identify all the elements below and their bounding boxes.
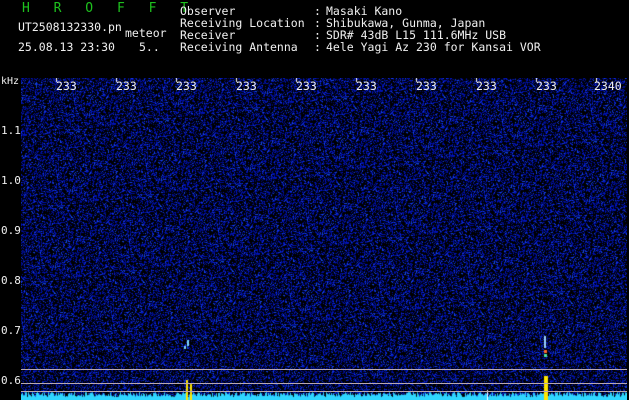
x-tick-label: 233 — [356, 79, 377, 93]
spectrum-baseline-upper — [21, 369, 627, 370]
y-tick-label: 1.0 — [1, 174, 21, 187]
x-tick-label: 2340 — [594, 79, 622, 93]
x-tick-label: 233 — [536, 79, 557, 93]
x-tick-label: 233 — [476, 79, 497, 93]
timestamp: 25.08.13 23:30 — [18, 40, 115, 54]
spectrogram-canvas — [21, 78, 627, 400]
y-tick-label: 0.7 — [1, 324, 21, 337]
antenna-label: Receiving Antenna — [180, 40, 298, 54]
spectrum-baseline-lower — [21, 391, 627, 392]
y-tick-label: 0.8 — [1, 274, 21, 287]
y-tick-label: 0.9 — [1, 224, 21, 237]
x-tick-label: 233 — [116, 79, 137, 93]
antenna-value: 4ele Yagi Az 230 for Kansai VOR — [326, 40, 541, 54]
x-tick-label: 233 — [236, 79, 257, 93]
x-tick-label: 233 — [296, 79, 317, 93]
y-tick-label: 0.6 — [1, 374, 21, 387]
meteor-count: 5.. — [139, 40, 160, 54]
y-axis-unit: kHz — [1, 76, 20, 87]
x-tick-label: 233 — [416, 79, 437, 93]
y-tick-label: 1.1 — [1, 124, 21, 137]
spectrum-baseline-middle — [21, 383, 627, 384]
meteor-label: meteor — [125, 26, 167, 40]
file-name: UT2508132330.pn — [18, 20, 122, 34]
antenna-colon: : — [314, 40, 321, 54]
x-tick-label: 233 — [56, 79, 77, 93]
app-title: H R O F F T — [22, 1, 197, 16]
x-tick-label: 233 — [176, 79, 197, 93]
